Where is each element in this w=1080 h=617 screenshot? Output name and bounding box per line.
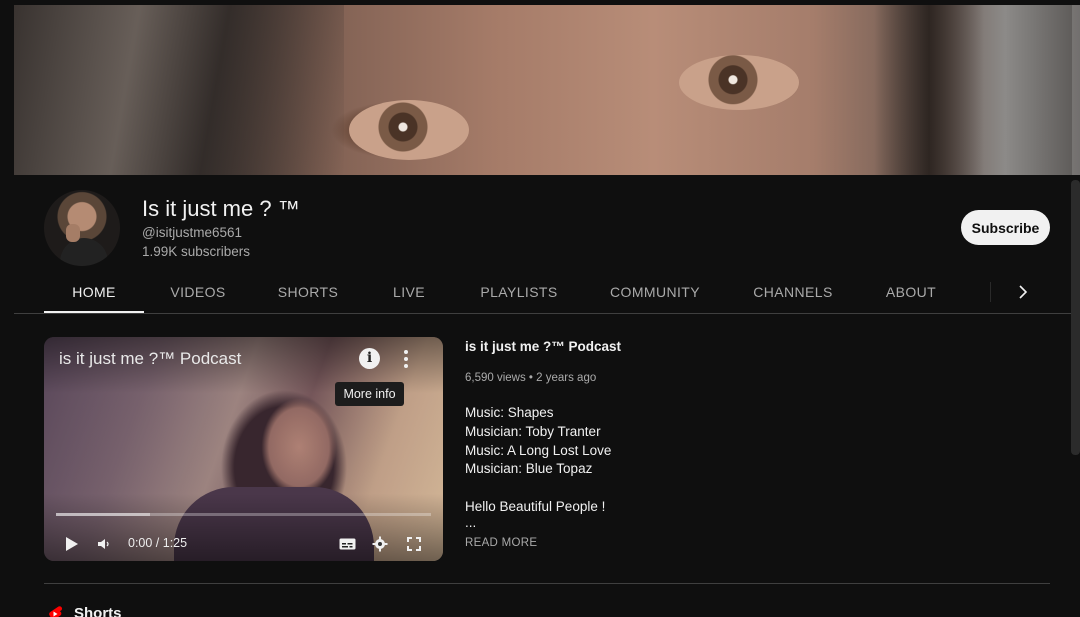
captions-icon — [339, 538, 355, 550]
fullscreen-icon — [407, 537, 421, 551]
tab-about[interactable]: ABOUT — [882, 270, 940, 314]
channel-banner — [14, 5, 1080, 175]
banner-edge — [1072, 5, 1080, 175]
avatar-hand — [66, 224, 80, 242]
description-line: Hello Beautiful People ! — [465, 498, 606, 514]
progress-bar[interactable] — [56, 513, 431, 516]
channel-handle: @isitjustme6561 — [142, 225, 242, 240]
section-divider — [44, 583, 1050, 584]
channel-title: Is it just me ? ™ — [142, 196, 300, 221]
play-button[interactable] — [62, 532, 82, 556]
tab-home[interactable]: HOME — [44, 270, 144, 314]
featured-video-title[interactable]: is it just me ?™ Podcast — [465, 339, 621, 354]
player-video-title[interactable]: is it just me ?™ Podcast — [59, 349, 241, 369]
chevron-right-icon — [1019, 285, 1028, 299]
tabs-next-button[interactable] — [1008, 280, 1038, 304]
more-info-tooltip: More info — [335, 382, 404, 406]
banner-hair-left — [14, 5, 344, 175]
description-line: ... — [465, 514, 477, 530]
fullscreen-button[interactable] — [403, 532, 425, 556]
play-icon — [66, 537, 78, 551]
featured-video-meta: 6,590 views • 2 years ago — [465, 372, 597, 384]
time-display: 0:00 / 1:25 — [128, 536, 188, 550]
shorts-icon — [49, 606, 63, 617]
description-line: Musician: Toby Tranter — [465, 423, 601, 439]
tab-live[interactable]: LIVE — [384, 270, 434, 314]
subscribe-button[interactable]: Subscribe — [961, 210, 1050, 245]
volume-button[interactable] — [94, 532, 114, 556]
tab-community[interactable]: COMMUNITY — [604, 270, 706, 314]
subscriber-count: 1.99K subscribers — [142, 244, 251, 259]
tab-channels[interactable]: CHANNELS — [748, 270, 838, 314]
more-actions-icon[interactable] — [396, 348, 416, 370]
channel-avatar[interactable] — [44, 190, 120, 266]
banner-eye-right — [679, 55, 799, 110]
featured-video-description: Music: Shapes Musician: Toby Tranter Mus… — [465, 404, 611, 529]
captions-button[interactable] — [336, 532, 358, 556]
settings-button[interactable] — [369, 532, 391, 556]
progress-loaded — [56, 513, 150, 516]
banner-eye-left — [349, 100, 469, 160]
read-more-link[interactable]: READ MORE — [465, 537, 537, 549]
description-line — [465, 479, 611, 498]
avatar-body — [60, 238, 108, 266]
featured-video-player[interactable]: is it just me ?™ Podcast i More info 0:0… — [44, 337, 443, 561]
volume-icon — [98, 539, 109, 549]
shorts-shelf-title[interactable]: Shorts — [74, 605, 122, 617]
description-line: Music: Shapes — [465, 405, 554, 420]
page-scrollbar[interactable] — [1071, 180, 1080, 455]
description-line: Music: A Long Lost Love — [465, 442, 612, 458]
tabs-divider — [14, 313, 1080, 314]
gear-icon — [372, 536, 388, 552]
banner-hair-right — [874, 5, 984, 175]
tabs-separator — [990, 282, 991, 302]
tab-shorts[interactable]: SHORTS — [266, 270, 350, 314]
tab-videos[interactable]: VIDEOS — [152, 270, 244, 314]
description-line: Musician: Blue Topaz — [465, 461, 593, 477]
player-overlay — [44, 337, 443, 561]
info-icon[interactable]: i — [359, 348, 380, 369]
tab-playlists[interactable]: PLAYLISTS — [472, 270, 566, 314]
